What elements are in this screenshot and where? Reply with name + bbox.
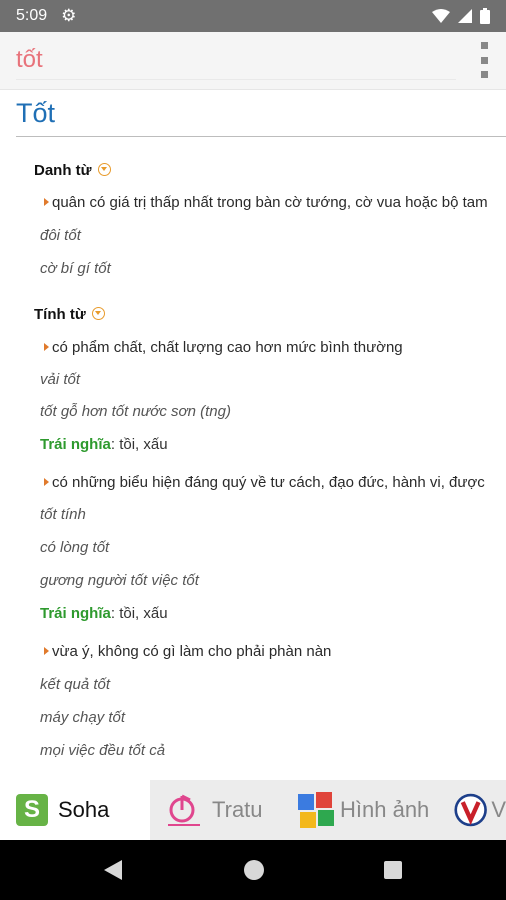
pos-label: Danh từ [34,162,92,179]
definition-line: có phẩm chất, chất lượng cao hơn mức bìn… [44,339,403,356]
tab-tratu[interactable]: Tratu [150,780,280,840]
status-icons [432,8,490,24]
example-text: vải tốt [40,371,81,388]
definition-text: có phẩm chất, chất lượng cao hơn mức bìn… [52,339,403,356]
antonym-label[interactable]: Trái nghĩa [40,605,111,622]
example-text: gương người tốt việc tốt [40,572,199,589]
example-text: tốt gỗ hơn tốt nước sơn (tng) [40,403,231,420]
tab-label: Hình ảnh [340,797,430,822]
tab-soha[interactable]: S Soha [0,780,150,840]
tab-images[interactable]: Hình ảnh [280,780,440,840]
status-time: 5:09 [16,7,48,24]
image-search-logo-icon [298,792,334,828]
signal-icon [458,9,472,23]
system-nav-bar [0,840,506,900]
settings-gear-icon: ⚙ [61,6,77,25]
example-text: kết quả tốt [40,676,111,693]
wifi-icon [432,9,450,23]
definition-content[interactable]: Tốt Danh từ quân có giá trị thấp nhất tr… [0,90,506,780]
menu-dot-icon [480,71,488,78]
tab-label: V [491,797,506,822]
example-text: tốt tính [40,506,86,523]
example-text: đôi tốt [40,227,81,244]
definition-line: quân có giá trị thấp nhất trong bàn cờ t… [44,194,488,211]
definition-text: có những biểu hiện đáng quý về tư cách, … [52,474,485,491]
tab-label: Soha [58,797,110,822]
soha-logo-icon: S [16,794,48,826]
menu-dot-icon [480,56,488,64]
home-icon[interactable] [244,860,264,880]
bullet-icon [44,478,49,486]
bullet-icon [44,198,49,206]
tratu-logo-icon [168,794,200,826]
antonym-label[interactable]: Trái nghĩa [40,436,111,453]
bullet-icon [44,647,49,655]
pos-label: Tính từ [34,306,86,323]
source-tab-bar: S Soha Tratu Hình ảnh V [0,780,506,840]
antonym-values: : tồi, xấu [110,605,168,622]
definition-line: vừa ý, không có gì làm cho phải phàn nàn [44,643,331,660]
bullet-icon [44,343,49,351]
expand-toggle-icon[interactable] [91,307,105,320]
v-logo-icon [454,793,487,827]
example-text: mọi việc đều tốt cả [40,742,166,759]
antonym-line: Trái nghĩa: tồi, xấu [40,605,168,622]
overflow-menu-button[interactable] [476,42,492,78]
back-icon[interactable] [104,860,124,880]
expand-toggle-icon[interactable] [97,163,111,176]
example-text: cờ bí gí tốt [40,260,111,277]
status-bar: 5:09 ⚙ [0,0,506,32]
example-text: có lòng tốt [40,539,110,556]
definition-text: quân có giá trị thấp nhất trong bàn cờ t… [52,194,488,211]
title-divider [16,136,506,137]
part-of-speech-heading: Tính từ [34,306,105,323]
app-bar: tốt [0,32,506,90]
example-text: máy chạy tốt [40,709,126,726]
menu-dot-icon [480,42,488,49]
recent-apps-icon[interactable] [384,861,402,879]
antonym-line: Trái nghĩa: tồi, xấu [40,436,168,453]
search-input[interactable]: tốt [16,42,456,80]
antonym-values: : tồi, xấu [110,436,168,453]
definition-text: vừa ý, không có gì làm cho phải phàn nàn [52,643,332,660]
tab-label: Tratu [212,797,263,822]
definition-line: có những biểu hiện đáng quý về tư cách, … [44,474,485,491]
battery-icon [480,8,490,24]
part-of-speech-heading: Danh từ [34,162,111,179]
word-title: Tốt [16,98,56,128]
tab-v[interactable]: V [440,780,506,840]
